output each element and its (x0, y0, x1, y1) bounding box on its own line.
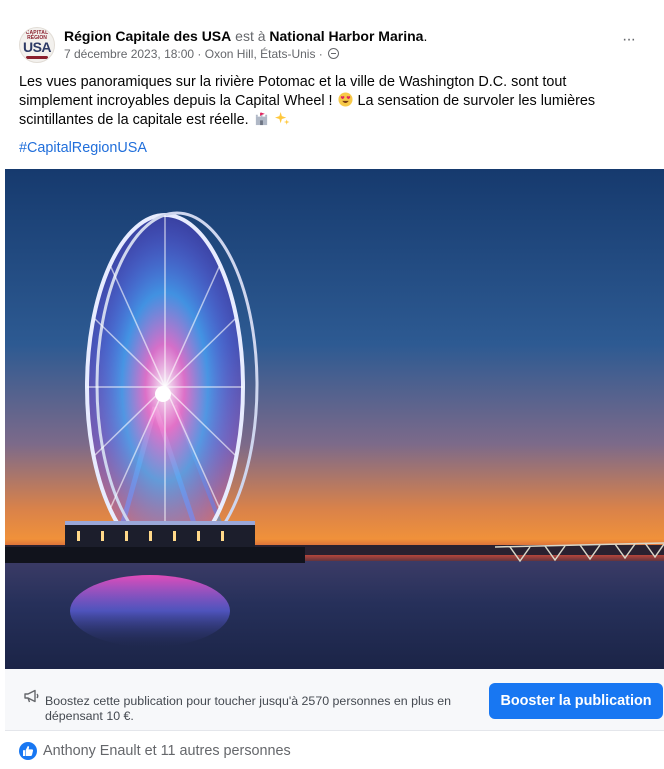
location-suffix: . (423, 28, 428, 44)
boost-post-button[interactable]: Booster la publication (489, 683, 663, 719)
location-name[interactable]: National Harbor Marina (269, 28, 423, 44)
location-prefix: est à (235, 28, 266, 44)
boost-bar: Boostez cette publication pour toucher j… (5, 669, 664, 731)
author-name[interactable]: Région Capitale des USA (64, 28, 231, 44)
sparkles-emoji (274, 111, 290, 125)
hashtag-link[interactable]: #CapitalRegionUSA (19, 139, 147, 158)
post-header: CAPITAL RÉGION USA Région Capitale des U… (0, 0, 664, 64)
reaction-text[interactable]: Anthony Enault et 11 autres personnes (43, 743, 291, 760)
more-options-icon[interactable]: ··· (622, 31, 636, 49)
boost-description: Boostez cette publication pour toucher j… (45, 694, 452, 723)
megaphone-icon (24, 689, 39, 703)
facebook-post: CAPITAL RÉGION USA Région Capitale des U… (0, 0, 664, 769)
like-icon (19, 742, 37, 760)
heart-eyes-emoji (338, 92, 353, 107)
post-text: Les vues panoramiques sur la rivière Pot… (19, 73, 639, 130)
wheel-reflection (70, 575, 230, 647)
post-meta: 7 décembre 2023, 18:00 · Oxon Hill, État… (64, 46, 340, 62)
post-timestamp[interactable]: 7 décembre 2023, 18:00 · Oxon Hill, État… (64, 47, 323, 61)
avatar[interactable]: CAPITAL RÉGION USA (19, 27, 55, 63)
author-line: Région Capitale des USA est à National H… (64, 27, 427, 45)
avatar-stripe (26, 56, 48, 59)
avatar-text-line3: USA (22, 39, 52, 55)
globe-icon (328, 48, 340, 59)
castle-emoji (255, 112, 267, 126)
post-photo-ferris-wheel[interactable] (5, 169, 664, 669)
